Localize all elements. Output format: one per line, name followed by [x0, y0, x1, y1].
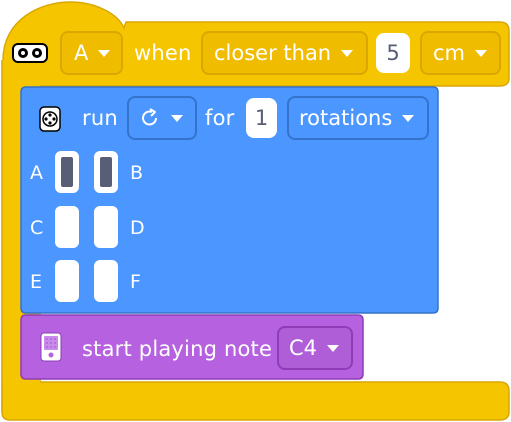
rotation-amount-input[interactable]: 1 [246, 98, 277, 138]
port-e-button[interactable] [55, 260, 79, 302]
port-letter-b: B [130, 162, 144, 184]
when-label: when [134, 41, 192, 65]
port-letter-c: C [30, 217, 44, 239]
distance-sensor-icon [12, 43, 48, 63]
canvas: A when closer than 5 cm run for 1 rotati… [0, 0, 511, 422]
port-b-selected-fill [100, 157, 112, 187]
port-letter-f: F [130, 271, 141, 293]
port-b-button[interactable] [94, 151, 118, 193]
port-f-button[interactable] [94, 260, 118, 302]
port-c-button[interactable] [55, 206, 79, 248]
motor-unit-dropdown[interactable]: rotations [287, 96, 429, 140]
port-letter-e: E [30, 271, 43, 293]
for-label: for [205, 106, 235, 130]
chevron-down-icon [475, 49, 488, 57]
hub-speaker-icon [40, 332, 62, 362]
condition-dropdown[interactable]: closer than [201, 31, 368, 75]
chevron-down-icon [98, 49, 111, 57]
motor-unit-value: rotations [299, 106, 393, 130]
sensor-port-value: A [74, 41, 89, 65]
port-letter-d: D [130, 217, 145, 239]
chevron-down-icon [327, 344, 340, 352]
chevron-down-icon [171, 114, 183, 122]
run-label: run [82, 106, 118, 130]
sensor-port-dropdown[interactable]: A [60, 31, 123, 75]
unit-value: cm [433, 41, 466, 65]
note-dropdown[interactable]: C4 [277, 326, 353, 370]
motor-icon [39, 106, 61, 132]
port-a-selected-fill [61, 157, 73, 187]
chevron-down-icon [402, 114, 415, 122]
start-playing-note-label: start playing note [82, 337, 273, 361]
condition-value: closer than [214, 41, 332, 65]
unit-dropdown[interactable]: cm [420, 31, 501, 75]
clockwise-arrow-icon [139, 107, 161, 129]
port-d-button[interactable] [94, 206, 118, 248]
note-value: C4 [289, 336, 318, 360]
direction-dropdown[interactable] [127, 96, 197, 140]
distance-value-input[interactable]: 5 [376, 33, 410, 73]
port-letter-a: A [30, 162, 43, 184]
port-a-button[interactable] [55, 151, 79, 193]
chevron-down-icon [341, 49, 354, 57]
